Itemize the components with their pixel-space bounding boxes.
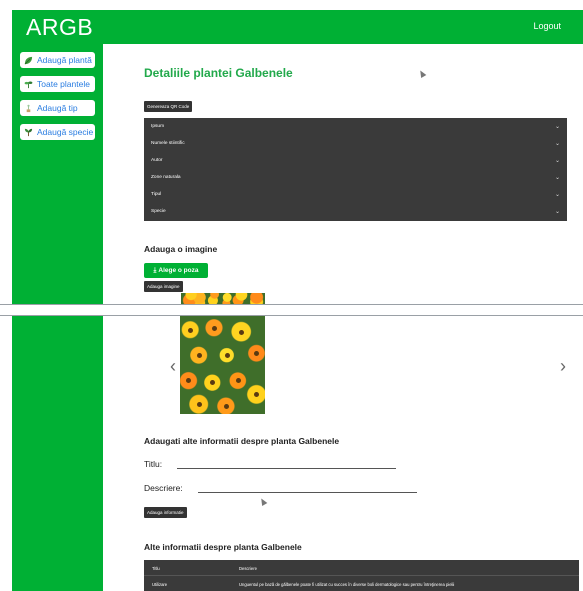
flower-center	[188, 328, 193, 333]
top-screenshot-panel: ARGB Logout Adaugă plantă Toate plantele…	[12, 10, 583, 304]
accordion-label: Autor	[151, 158, 163, 163]
sidebar: Adaugă plantă Toate plantele Adaugă tip …	[12, 44, 103, 304]
description-label: Descriere:	[144, 483, 183, 493]
choose-photo-button[interactable]: ⤓ Alege o poza	[144, 263, 208, 278]
sidebar-item-all-plants[interactable]: Toate plantele	[20, 76, 95, 92]
table-header-description: Descriere	[239, 566, 257, 571]
accordion-label: Zone naturala	[151, 175, 181, 180]
upload-icon: ⤓	[153, 266, 157, 274]
brand-logo[interactable]: ARGB	[26, 14, 93, 41]
flower-image	[180, 316, 265, 414]
main-content: ‹ › Adaugati alte informatii despre plan…	[103, 316, 581, 591]
accordion-label: Specie	[151, 209, 166, 214]
choose-photo-label: Alege o poza	[158, 267, 199, 274]
mouse-cursor-icon	[258, 496, 268, 507]
add-image-heading: Adauga o imagine	[144, 244, 218, 254]
flower-center	[225, 353, 230, 358]
flower-center	[186, 378, 191, 383]
accordion-item[interactable]: Zone naturala ⌄	[144, 169, 567, 186]
accordion-item[interactable]: Numele stiintific ⌄	[144, 135, 567, 152]
flower-center	[210, 380, 215, 385]
flower-center	[254, 392, 259, 397]
panel-divider	[0, 304, 583, 305]
description-input[interactable]	[198, 484, 417, 493]
flower-center	[236, 378, 241, 383]
table-divider	[144, 575, 579, 576]
chevron-down-icon: ⌄	[554, 209, 560, 215]
sidebar-item-label: Toate plantele	[37, 79, 90, 89]
other-info-heading: Alte informatii despre planta Galbenele	[144, 542, 302, 552]
main-content: Detaliile plantei Galbenele Genereaza QR…	[103, 44, 581, 304]
carousel-prev-button[interactable]: ‹	[170, 356, 176, 377]
mouse-cursor-icon	[417, 68, 427, 79]
accordion-label: Ipsum	[151, 124, 165, 129]
sidebar-item-add-type[interactable]: Adaugă tip	[20, 100, 95, 116]
table-header-title: Titlu	[152, 566, 160, 571]
flower-center	[224, 404, 229, 409]
table-cell-title: Utilizare	[152, 582, 168, 587]
carousel-next-button[interactable]: ›	[560, 356, 566, 377]
sidebar-item-label: Adaugă plantă	[37, 55, 92, 65]
add-info-heading: Adaugati alte informatii despre planta G…	[144, 436, 340, 446]
info-table: Titlu Descriere Utilizare Unguentul pe b…	[144, 560, 579, 591]
accordion-item[interactable]: Specie ⌄	[144, 203, 567, 220]
flower-center	[197, 402, 202, 407]
page-title: Detaliile plantei Galbenele	[144, 66, 293, 80]
add-info-button[interactable]: Adauga informatie	[144, 507, 187, 518]
chevron-down-icon: ⌄	[554, 158, 560, 164]
sidebar	[12, 316, 103, 591]
title-input[interactable]	[177, 460, 396, 469]
accordion-label: Tipul	[151, 192, 162, 197]
plant-details-accordion: Ipsum ⌄ Numele stiintific ⌄ Autor ⌄ Zone…	[144, 118, 567, 221]
add-image-button[interactable]: Adauga imagine	[144, 281, 183, 292]
title-label: Titlu:	[144, 459, 163, 469]
accordion-item[interactable]: Ipsum ⌄	[144, 118, 567, 135]
table-cell-description: Unguentul pe bază de gălbenele poate fi …	[239, 582, 455, 587]
bottom-screenshot-panel: ‹ › Adaugati alte informatii despre plan…	[12, 316, 583, 591]
flower-image-preview	[181, 293, 265, 304]
sidebar-item-add-plant[interactable]: Adaugă plantă	[20, 52, 95, 68]
plant-icon	[24, 104, 33, 113]
seedling-icon	[24, 80, 33, 89]
generate-qr-button[interactable]: Genereaza QR Code	[144, 101, 193, 112]
chevron-down-icon: ⌄	[554, 192, 560, 198]
chevron-down-icon: ⌄	[554, 175, 560, 181]
flower-center	[239, 330, 244, 335]
logout-link[interactable]: Logout	[533, 21, 561, 31]
leaf-icon	[24, 56, 33, 65]
flower-center	[212, 326, 217, 331]
flower-center	[197, 353, 202, 358]
accordion-item[interactable]: Tipul ⌄	[144, 186, 567, 203]
accordion-label: Numele stiintific	[151, 141, 185, 146]
sprout-icon	[24, 128, 33, 137]
top-navbar: ARGB Logout	[12, 10, 583, 44]
chevron-down-icon: ⌄	[554, 124, 560, 130]
flower-center	[254, 351, 259, 356]
sidebar-item-label: Adaugă tip	[37, 103, 78, 113]
sidebar-item-add-species[interactable]: Adaugă specie	[20, 124, 95, 140]
accordion-item[interactable]: Autor ⌄	[144, 152, 567, 169]
chevron-down-icon: ⌄	[554, 141, 560, 147]
sidebar-item-label: Adaugă specie	[37, 127, 94, 137]
